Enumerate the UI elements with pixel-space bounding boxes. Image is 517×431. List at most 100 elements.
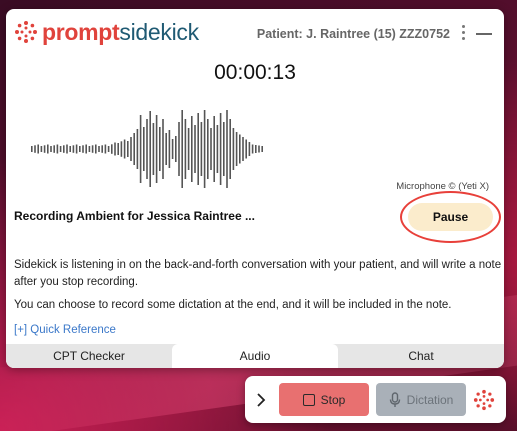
waveform-bar	[104, 144, 107, 154]
waveform-bar	[143, 127, 145, 171]
logo-prompt-text: prompt	[42, 19, 120, 45]
waveform-bar	[184, 119, 187, 179]
waveform-bar	[127, 141, 129, 157]
tab-chat[interactable]: Chat	[338, 344, 504, 368]
waveform-bar	[245, 139, 247, 159]
waveform-bar	[181, 110, 183, 188]
waveform-bar	[43, 145, 46, 153]
waveform-bar	[171, 139, 174, 159]
waveform-bar	[59, 146, 62, 152]
waveform-bar	[123, 139, 126, 159]
waveform-bar	[101, 145, 103, 153]
waveform-bar	[216, 125, 219, 173]
stop-button[interactable]: Stop	[279, 383, 369, 416]
waveform-bar	[261, 146, 263, 152]
panel-header: promptsidekick Patient: J. Raintree (15)…	[6, 9, 504, 55]
waveform-bar	[255, 145, 257, 153]
waveform-bar	[213, 116, 215, 182]
waveform-bar	[63, 145, 65, 153]
waveform-bar	[117, 143, 119, 155]
patient-label: Patient: J. Raintree (15) ZZZ0752	[256, 27, 450, 41]
waveform-bar	[91, 145, 94, 153]
waveform-bar	[187, 128, 190, 170]
waveform-bar	[75, 144, 78, 154]
waveform-bar	[168, 130, 171, 168]
waveform-bar	[114, 142, 116, 156]
waveform-bar	[56, 144, 59, 154]
waveform-bar	[82, 145, 84, 153]
waveform-bar	[69, 146, 71, 152]
dictation-label: Dictation	[406, 392, 454, 407]
waveform-bar	[53, 145, 55, 153]
waveform-bar	[107, 146, 110, 152]
tab-audio[interactable]: Audio	[172, 344, 338, 368]
waveform-bar	[88, 146, 91, 152]
waveform-bar	[139, 115, 142, 183]
waveform-bar	[242, 137, 244, 161]
waveform-bar	[223, 122, 225, 176]
waveform-bar	[248, 142, 251, 156]
sidekick-panel: promptsidekick Patient: J. Raintree (15)…	[6, 9, 504, 368]
recording-title: Recording Ambient for Jessica Raintree .…	[14, 209, 255, 223]
waveform-bar	[149, 111, 151, 187]
pause-button[interactable]: Pause	[408, 203, 493, 231]
waveform-bar	[95, 144, 97, 154]
waveform-bar	[31, 146, 33, 152]
waveform-bar	[235, 132, 238, 166]
waveform-bar	[159, 127, 161, 171]
stop-square-icon	[302, 393, 315, 406]
recording-controls: Stop Dictation	[245, 376, 506, 423]
waveform-bar	[258, 145, 260, 153]
waveform-bar	[175, 136, 177, 162]
listening-info-text: Sidekick is listening in on the back-and…	[14, 259, 502, 288]
waveform-bar	[136, 129, 139, 169]
waveform-bar	[50, 146, 52, 152]
waveform-bar	[229, 119, 231, 179]
more-vertical-icon[interactable]	[459, 25, 467, 43]
dictation-button[interactable]: Dictation	[376, 383, 466, 416]
waveform-bar	[155, 115, 158, 183]
logo-sidekick-text: sidekick	[119, 19, 199, 45]
waveform-bar	[219, 113, 222, 185]
dictation-info-text: You can choose to record some dictation …	[14, 299, 452, 311]
waveform-bar	[239, 134, 241, 164]
waveform-bar	[197, 113, 199, 185]
waveform-bar	[120, 141, 123, 157]
app-logo-text: promptsidekick	[42, 20, 199, 44]
waveform-bar	[200, 122, 203, 176]
waveform-bar	[111, 144, 113, 154]
waveform-bar	[133, 133, 135, 165]
waveform-bar	[210, 128, 212, 170]
prompt-logo-icon	[15, 21, 37, 43]
waveform-bar	[66, 144, 68, 154]
waveform-bar	[34, 145, 36, 153]
waveform-bar	[194, 125, 196, 173]
waveform-bar	[165, 133, 167, 165]
waveform-bar	[162, 119, 164, 179]
waveform-bar	[191, 116, 193, 182]
waveform-bar	[203, 110, 206, 188]
waveform-bar	[37, 144, 39, 154]
panel-tabs: CPT Checker Audio Chat	[6, 344, 504, 368]
waveform-bar	[72, 145, 75, 153]
waveform-bar	[146, 119, 148, 179]
waveform-bar	[251, 144, 254, 154]
microphone-icon	[389, 391, 400, 407]
sidekick-bubble-icon[interactable]	[473, 389, 495, 411]
chevron-right-icon[interactable]	[253, 390, 269, 410]
stop-label: Stop	[320, 392, 346, 407]
waveform-bar	[152, 123, 155, 175]
waveform-bar	[40, 146, 43, 152]
app-logo: promptsidekick	[14, 20, 199, 44]
tab-cpt-checker[interactable]: CPT Checker	[6, 344, 172, 368]
waveform-bar	[226, 110, 228, 188]
waveform-bar	[98, 146, 100, 152]
minimize-icon[interactable]	[476, 25, 496, 43]
recording-timer: 00:00:13	[214, 61, 296, 84]
waveform-bar	[79, 146, 81, 152]
quick-reference-link[interactable]: [+] Quick Reference	[14, 324, 116, 336]
waveform-bar	[130, 137, 132, 161]
waveform-bar	[207, 119, 209, 179]
waveform-bar	[85, 144, 87, 154]
waveform-bar	[47, 144, 49, 154]
